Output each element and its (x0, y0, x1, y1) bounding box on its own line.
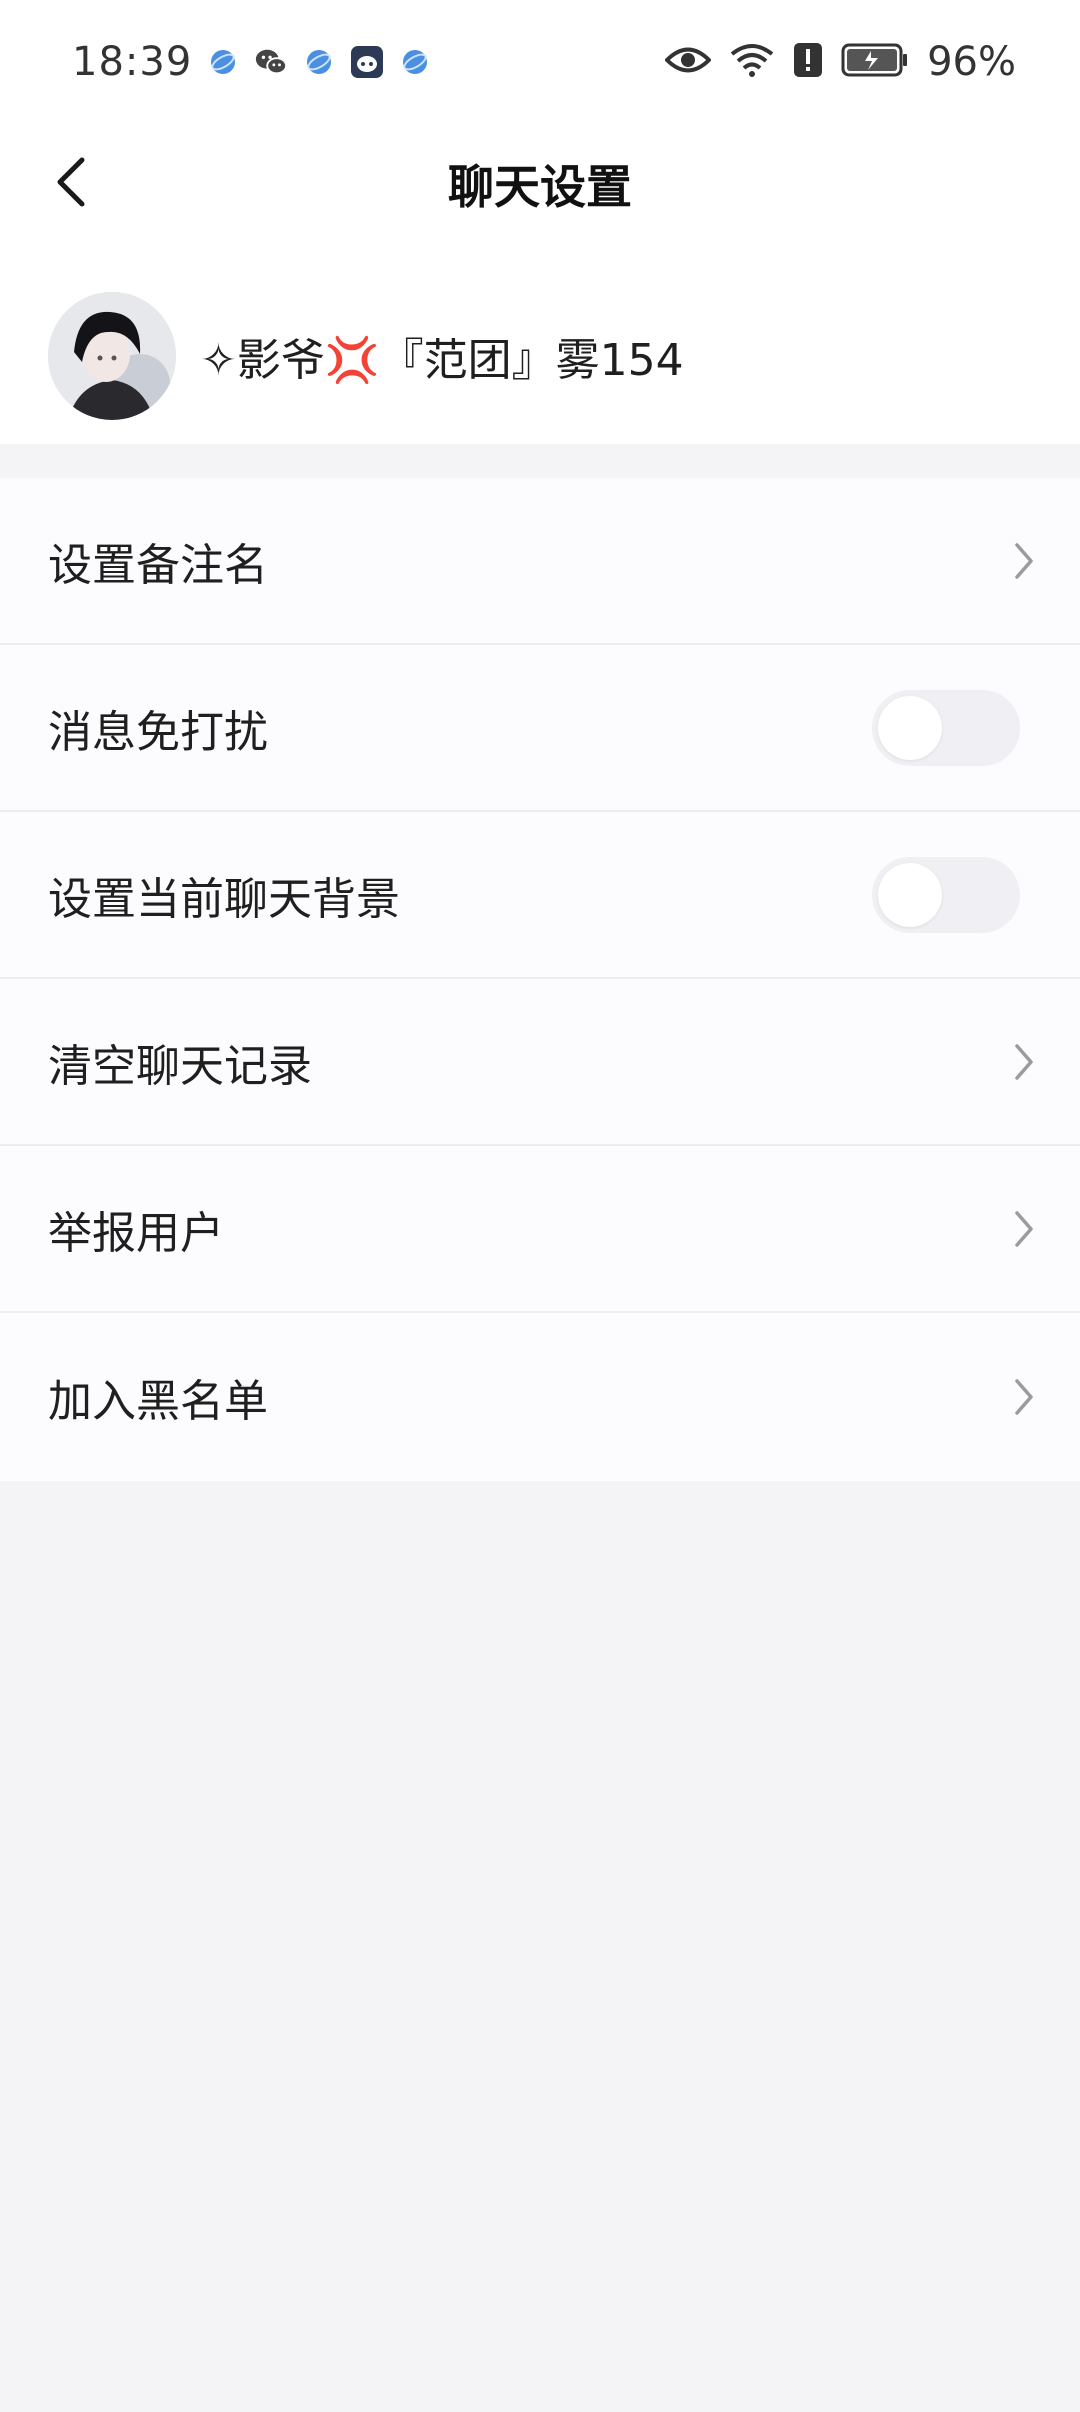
settings-list: 设置备注名 消息免打扰 设置当前聊天背景 清空聊天记录 举报用户 加入黑名单 (0, 478, 1080, 1481)
header: 聊天设置 (0, 124, 1080, 244)
chevron-right-icon (1004, 1377, 1044, 1417)
browser-icon (206, 45, 240, 79)
menu-item-add-blacklist[interactable]: 加入黑名单 (0, 1313, 1080, 1481)
menu-item-label: 举报用户 (48, 1207, 224, 1259)
menu-item-label: 加入黑名单 (48, 1376, 268, 1427)
chevron-right-icon (1004, 1209, 1044, 1249)
chat-background-toggle[interactable] (872, 856, 1020, 933)
profile-name: ✧影爷💢『范团』雾154 (200, 335, 684, 386)
profile-card[interactable]: ✧影爷💢『范团』雾154 (0, 244, 1080, 444)
bot-app-icon (350, 45, 384, 79)
wifi-icon (729, 42, 775, 82)
wechat-icon (254, 45, 288, 79)
eye-icon (664, 45, 712, 79)
toggle-knob (878, 695, 942, 760)
status-left: 18:39 (72, 39, 432, 85)
avatar[interactable] (48, 292, 176, 420)
menu-item-label: 消息免打扰 (48, 706, 268, 758)
browser-icon (398, 45, 432, 79)
chevron-right-icon (1004, 1042, 1044, 1082)
menu-item-set-remark[interactable]: 设置备注名 (0, 478, 1080, 645)
page-title: 聊天设置 (448, 160, 632, 214)
menu-item-label: 清空聊天记录 (48, 1040, 312, 1092)
browser-icon (302, 45, 336, 79)
status-time: 18:39 (72, 39, 193, 85)
do-not-disturb-toggle[interactable] (872, 689, 1020, 766)
menu-item-report-user[interactable]: 举报用户 (0, 1146, 1080, 1313)
battery-icon (841, 43, 909, 81)
chevron-right-icon (1004, 541, 1044, 581)
battery-percent: 96% (927, 39, 1016, 85)
toggle-knob (878, 862, 942, 927)
menu-item-do-not-disturb: 消息免打扰 (0, 645, 1080, 812)
status-right: 96% (664, 39, 1016, 85)
menu-item-chat-background: 设置当前聊天背景 (0, 812, 1080, 979)
menu-item-label: 设置当前聊天背景 (48, 873, 400, 925)
menu-item-label: 设置备注名 (48, 539, 268, 591)
alert-icon (793, 42, 823, 82)
status-bar: 18:39 96% (0, 0, 1080, 124)
menu-item-clear-history[interactable]: 清空聊天记录 (0, 979, 1080, 1146)
